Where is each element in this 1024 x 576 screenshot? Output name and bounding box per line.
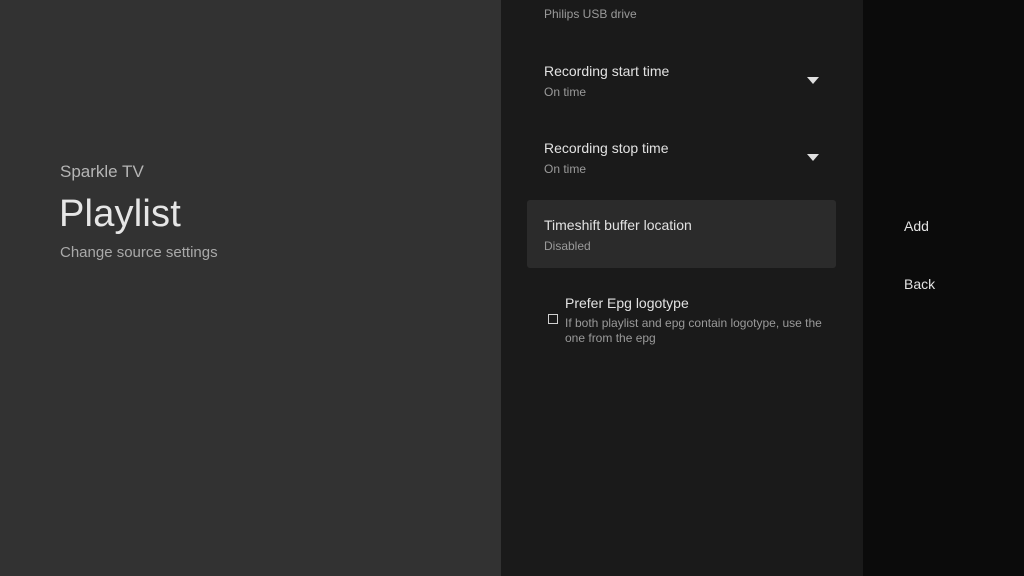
prefer-epg-logotype-checkbox[interactable] [548, 314, 558, 324]
recording-stop-time-title: Recording stop time [544, 140, 669, 156]
actions-panel: Add Back [863, 0, 1024, 576]
recording-stop-time-item[interactable]: Recording stop time On time [527, 131, 836, 189]
timeshift-buffer-location-item[interactable]: Timeshift buffer location Disabled [527, 200, 836, 268]
prefer-epg-logotype-item[interactable]: Prefer Epg logotype If both playlist and… [527, 285, 836, 357]
guidance-panel: Sparkle TV Playlist Change source settin… [0, 0, 501, 576]
tv-settings-screen: Sparkle TV Playlist Change source settin… [0, 0, 1024, 576]
settings-list: Philips USB drive Recording start time O… [501, 0, 863, 576]
dropdown-arrow-icon[interactable] [807, 154, 819, 161]
prefer-epg-logotype-description: If both playlist and epg contain logotyp… [565, 316, 822, 345]
recording-stop-time-value: On time [544, 162, 587, 176]
timeshift-buffer-location-title: Timeshift buffer location [544, 217, 692, 233]
dropdown-arrow-icon[interactable] [807, 77, 819, 84]
timeshift-buffer-location-value: Disabled [544, 239, 591, 253]
recording-start-time-title: Recording start time [544, 63, 670, 79]
app-name: Sparkle TV [60, 162, 144, 181]
prefer-epg-logotype-title: Prefer Epg logotype [565, 295, 689, 311]
recording-start-time-item[interactable]: Recording start time On time [527, 54, 836, 112]
recording-start-time-value: On time [544, 85, 587, 99]
page-subtitle: Change source settings [60, 244, 218, 261]
storage-location-item[interactable]: Philips USB drive [527, 0, 836, 30]
add-button[interactable]: Add [904, 218, 929, 234]
storage-location-value: Philips USB drive [544, 7, 637, 21]
back-button[interactable]: Back [904, 276, 935, 292]
page-title: Playlist [59, 193, 181, 235]
